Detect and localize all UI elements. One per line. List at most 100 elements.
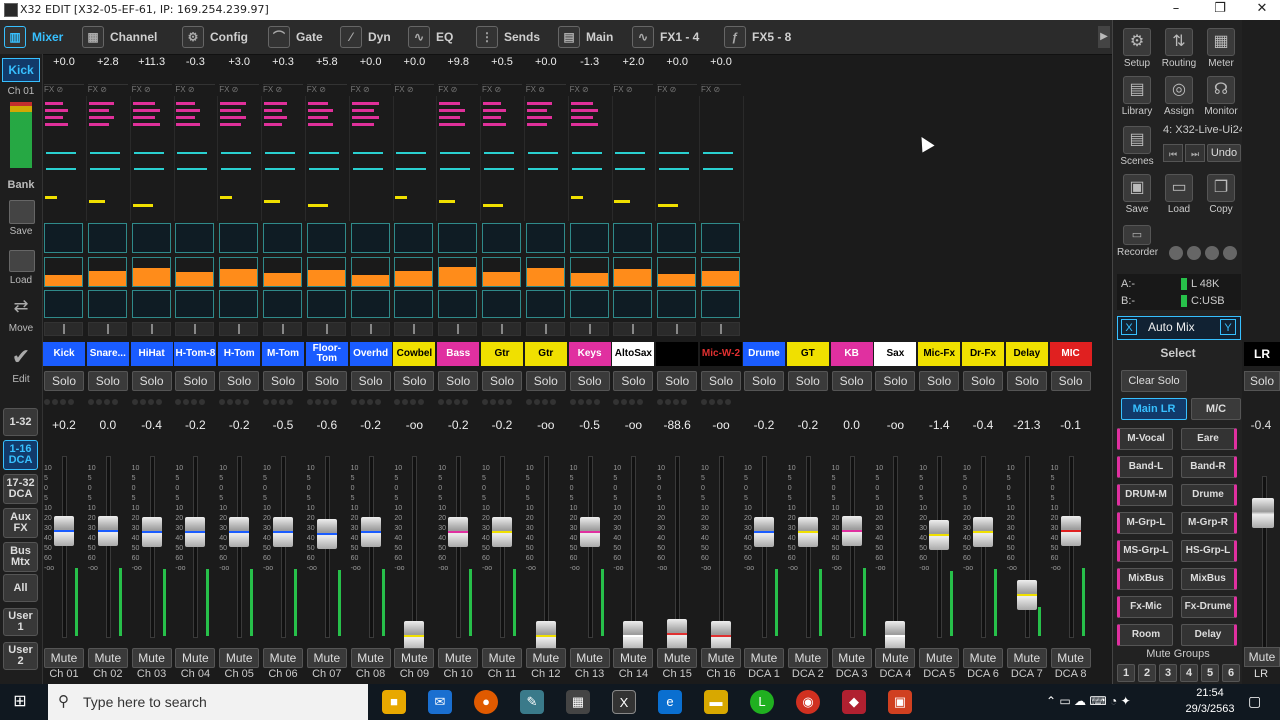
fader-cap[interactable] [667,619,688,649]
mute-button[interactable]: Mute [613,648,654,668]
solo-button[interactable]: Solo [525,371,566,391]
file-explorer-icon[interactable]: ▬ [704,690,728,714]
solo-button[interactable]: Solo [87,371,128,391]
gate-graph[interactable] [525,223,565,253]
channel-name[interactable]: Sax [874,342,917,366]
mute-group-button[interactable]: 3 [1159,664,1177,682]
pan-control[interactable] [613,322,653,336]
solo-button[interactable]: Solo [350,371,391,391]
dyn-graph[interactable] [306,290,346,318]
gate-graph[interactable] [438,223,478,253]
scene-prev-icon[interactable]: ⏮ [1163,144,1183,162]
dyn-graph[interactable] [569,290,609,318]
fader-level-value[interactable]: -0.2 [786,418,830,432]
fader-cap[interactable] [316,519,337,549]
tray-icons[interactable]: ⌃ ▭ ☁ ⌨ ◔ ✦ [1046,694,1131,708]
nav-scroll-right-icon[interactable]: ▶ [1098,26,1110,48]
fader-level-value[interactable]: -0.2 [173,418,217,432]
pan-control[interactable] [569,322,609,336]
tab-config[interactable]: ⚙ Config [182,24,248,50]
mail-icon[interactable]: ✉ [428,690,452,714]
edge-icon[interactable]: e [658,690,682,714]
channel-name[interactable]: MIC [1049,342,1092,366]
fader-level-value[interactable]: -oo [699,418,743,432]
fader-cap[interactable] [711,621,731,651]
solo-button[interactable]: Solo [263,371,303,391]
dyn-graph[interactable] [525,290,565,318]
gain-value[interactable]: -1.3 [568,56,612,68]
mute-button[interactable]: Mute [263,648,303,668]
automix-y-button[interactable]: Y [1220,319,1236,335]
eq-graph[interactable] [569,257,609,287]
notifications-icon[interactable]: ▢ [1248,693,1261,710]
insert-indicator[interactable]: FX ⊘ [306,84,347,95]
scenes-button[interactable]: ▤ Scenes [1117,126,1157,167]
mute-group-button[interactable]: 4 [1180,664,1198,682]
chrome-icon[interactable]: ◉ [796,690,820,714]
channel-name[interactable] [656,342,699,366]
play-icon[interactable] [1187,246,1201,260]
pan-control[interactable] [657,322,697,336]
channel-name[interactable]: Keys [568,342,611,366]
mute-button[interactable]: Mute [175,648,216,668]
pan-control[interactable] [87,322,127,336]
channel-name[interactable]: HiHat [130,342,173,366]
bank-button-2[interactable]: 17-32 DCA [3,474,38,504]
gain-value[interactable]: +2.0 [611,56,655,68]
group-left-button[interactable]: M-Grp-L [1117,512,1173,534]
pan-control[interactable] [701,322,740,336]
eq-graph[interactable] [482,257,521,287]
fader-cap[interactable] [841,516,862,546]
dyn-graph[interactable] [394,290,434,318]
dyn-graph[interactable] [350,290,390,318]
dyn-graph[interactable] [44,290,83,318]
mute-button[interactable]: Mute [525,648,566,668]
solo-button[interactable]: Solo [219,371,260,391]
solo-button[interactable]: Solo [701,371,741,391]
gain-value[interactable]: +2.8 [86,56,130,68]
insert-indicator[interactable]: FX ⊘ [350,84,391,95]
close-button[interactable]: ✕ [1240,0,1280,20]
fader-cap[interactable] [623,621,644,651]
fader-cap[interactable] [973,517,993,547]
solo-button[interactable]: Solo [831,371,872,391]
group-right-button[interactable]: Delay [1181,624,1237,646]
sends-overview[interactable] [480,96,525,221]
channel-name[interactable]: M-Tom [262,342,304,366]
mute-button[interactable]: Mute [787,648,828,668]
eq-graph[interactable] [657,257,697,287]
firefox-icon[interactable]: ● [474,690,498,714]
channel-name[interactable]: Floor-Tom [305,342,348,366]
tab-main[interactable]: ▤ Main [558,24,613,50]
mute-button[interactable]: Mute [306,648,347,668]
mute-button[interactable]: Mute [963,648,1003,668]
fader-cap[interactable] [1016,580,1037,610]
gate-graph[interactable] [263,223,302,253]
channel-name[interactable]: Snare... [86,342,129,366]
mute-button[interactable]: Mute [744,648,784,668]
fader-level-value[interactable]: 0.0 [86,418,130,432]
solo-button[interactable]: Solo [569,371,610,391]
solo-button[interactable]: Solo [744,371,784,391]
gate-graph[interactable] [219,223,259,253]
insert-indicator[interactable]: FX ⊘ [263,84,303,95]
gate-graph[interactable] [569,223,609,253]
insert-indicator[interactable]: FX ⊘ [701,84,741,95]
mute-button[interactable]: Mute [131,648,172,668]
mute-button[interactable]: Mute [1050,648,1091,668]
group-right-button[interactable]: Eare [1181,428,1237,450]
fader-level-value[interactable]: -88.6 [655,418,699,432]
eq-graph[interactable] [219,257,259,287]
fader-cap[interactable] [579,517,600,547]
mute-button[interactable]: Mute [657,648,698,668]
channel-name[interactable]: GT [786,342,829,366]
gate-graph[interactable] [44,223,83,253]
eq-graph[interactable] [394,257,434,287]
insert-indicator[interactable]: FX ⊘ [219,84,260,95]
fader-cap[interactable] [54,516,74,546]
app-icon-red[interactable]: ◆ [842,690,866,714]
mute-button[interactable]: Mute [1006,648,1047,668]
scene-next-icon[interactable]: ⏭ [1185,144,1205,162]
tab-fx5-8[interactable]: ƒ FX5 - 8 [724,24,791,50]
tab-eq[interactable]: ∿ EQ [408,24,453,50]
